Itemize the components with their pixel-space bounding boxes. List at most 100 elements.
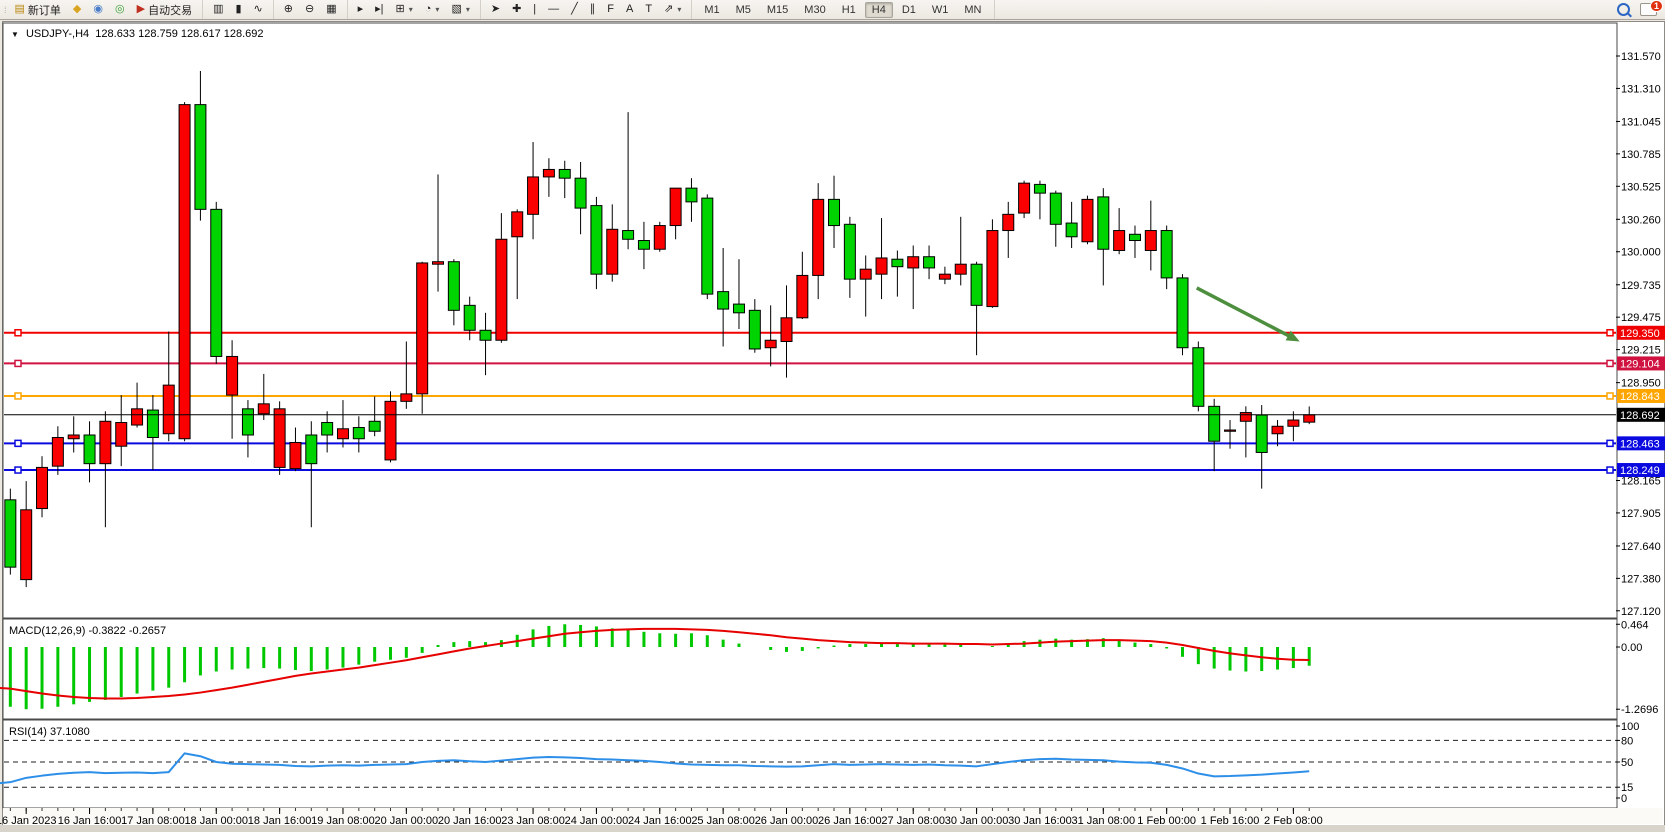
candle-bearish: [924, 257, 935, 268]
tile-windows-button[interactable]: ▦: [321, 2, 341, 17]
timeframe-button-h1[interactable]: H1: [835, 2, 863, 18]
macd-label: MACD(12,26,9) -0.3822 -0.2657: [9, 625, 166, 637]
candle-bearish: [591, 206, 602, 275]
candle-bearish: [1161, 231, 1172, 278]
line-handle[interactable]: [1607, 360, 1613, 366]
candle-bearish: [971, 264, 982, 305]
candle-bearish: [242, 409, 253, 435]
chevron-down-icon[interactable]: ▾: [435, 5, 439, 14]
candle-bearish: [638, 241, 649, 250]
candlestick-chart-button[interactable]: ▮: [230, 2, 246, 17]
candle-bullish: [179, 105, 190, 439]
notifications-icon[interactable]: 1: [1640, 3, 1657, 16]
candle-bullish: [163, 385, 174, 434]
add-indicator-button[interactable]: ⊞▾: [391, 2, 418, 17]
line-handle[interactable]: [15, 360, 21, 366]
rsi-tick-label: 50: [1621, 757, 1633, 769]
gold-bars-button[interactable]: ◆: [68, 2, 86, 17]
bar-chart-button[interactable]: ▥: [208, 2, 228, 17]
date-label: 26 Jan 16:00: [818, 815, 882, 827]
chevron-down-icon[interactable]: ▾: [677, 5, 681, 14]
candle-bearish: [829, 199, 840, 225]
fibonacci-icon: F: [607, 4, 614, 15]
profile-button[interactable]: ◉: [88, 2, 108, 17]
chart-shift-button[interactable]: ▸|: [370, 2, 388, 17]
line-handle[interactable]: [15, 440, 21, 446]
toolbar-right: 1: [1617, 3, 1665, 16]
chart-title: ▼ USDJPY-,H4 128.633 128.759 128.617 128…: [11, 28, 264, 40]
timeframe-button-w1[interactable]: W1: [925, 2, 956, 18]
auto-scroll-button[interactable]: ▸: [353, 2, 369, 17]
zoom-in-button[interactable]: ⊕: [279, 2, 298, 17]
line-handle[interactable]: [1607, 330, 1613, 336]
candle-bullish: [68, 435, 79, 439]
collapse-icon[interactable]: ▼: [11, 30, 19, 39]
price-tick-label: 130.785: [1621, 149, 1661, 161]
candle-bullish: [258, 404, 269, 414]
candle-bullish: [939, 274, 950, 279]
search-icon[interactable]: [1617, 3, 1630, 16]
candle-bearish: [733, 304, 744, 313]
macd-tick-label: 0.00: [1621, 642, 1642, 654]
chevron-down-icon[interactable]: ▾: [466, 5, 470, 14]
crosshair-icon: ✚: [512, 4, 521, 15]
timeframe-button-h4[interactable]: H4: [865, 2, 893, 18]
candle-bearish: [211, 209, 222, 356]
channel-button[interactable]: ∥: [585, 2, 601, 17]
candle-bullish: [337, 429, 348, 439]
line-chart-button[interactable]: ∿: [249, 2, 268, 17]
candle-bearish: [623, 231, 634, 240]
candle-bullish: [21, 510, 32, 580]
template-button[interactable]: ▧▾: [446, 2, 474, 17]
trendline-button[interactable]: ╱: [566, 2, 583, 17]
timeframe-group: M1M5M15M30H1H4D1W1MN: [692, 0, 994, 19]
line-handle[interactable]: [15, 330, 21, 336]
timeframe-button-m1[interactable]: M1: [697, 2, 726, 18]
candle-bullish: [813, 199, 824, 275]
line-handle[interactable]: [1607, 393, 1613, 399]
date-label: 19 Jan 08:00: [311, 815, 375, 827]
line-handle[interactable]: [15, 393, 21, 399]
crosshair-button[interactable]: ✚: [507, 2, 526, 17]
auto-trading-label: 自动交易: [148, 2, 192, 18]
signal-icon: ◎: [115, 4, 125, 15]
price-tick-label: 130.260: [1621, 214, 1661, 226]
signal-button[interactable]: ◎: [110, 2, 130, 17]
timeframe-button-m15[interactable]: M15: [760, 2, 795, 18]
candle-bullish: [512, 212, 523, 237]
price-line-badge-label: 128.249: [1620, 465, 1660, 477]
text-button[interactable]: A: [621, 2, 638, 17]
fibonacci-button[interactable]: F: [602, 2, 619, 17]
trade-group: ⁞ ▤ 新订单 ◆ ◉ ◎ ▶ 自动交易: [0, 0, 203, 19]
candle-bullish: [876, 258, 887, 274]
candle-bearish: [147, 410, 158, 437]
new-order-button[interactable]: ▤ 新订单: [10, 0, 66, 20]
price-tick-label: 129.475: [1621, 312, 1661, 324]
main-toolbar: ⁞ ▤ 新订单 ◆ ◉ ◎ ▶ 自动交易 ▥▮∿ ⊕⊖▦ ▸▸|⊞▾◔▾▧▾ ➤ ✚ |—…: [0, 0, 1665, 20]
trading-terminal: { "toolbar": { "new_order_label": "新订单",…: [0, 0, 1665, 832]
arrows-button[interactable]: ⇗▾: [659, 2, 686, 17]
price-tick-label: 128.165: [1621, 476, 1661, 488]
chevron-down-icon[interactable]: ▾: [409, 5, 413, 14]
line-handle[interactable]: [1607, 467, 1613, 473]
candle-bearish: [892, 259, 903, 266]
cursor-icon: ➤: [491, 4, 500, 15]
timeframe-button-mn[interactable]: MN: [957, 2, 988, 18]
timeframe-button-m30[interactable]: M30: [797, 2, 832, 18]
cursor-button[interactable]: ➤: [486, 2, 505, 17]
timeframe-button-m5[interactable]: M5: [729, 2, 758, 18]
horizontal-line-button[interactable]: —: [543, 2, 564, 17]
period-button[interactable]: ◔▾: [420, 2, 445, 17]
toolbar-grip[interactable]: ⁞: [4, 5, 6, 15]
timeframe-button-d1[interactable]: D1: [895, 2, 923, 18]
auto-trading-button[interactable]: ▶ 自动交易: [132, 0, 197, 20]
vertical-line-button[interactable]: |: [528, 2, 541, 17]
chart-canvas: 131.570131.310131.045130.785130.525130.2…: [0, 0, 1665, 832]
line-handle[interactable]: [1607, 440, 1613, 446]
line-handle[interactable]: [15, 467, 21, 473]
text-label-button[interactable]: T: [640, 2, 657, 17]
price-tick-label: 128.950: [1621, 378, 1661, 390]
rsi-label: RSI(14) 37.1080: [9, 726, 90, 738]
zoom-out-button[interactable]: ⊖: [300, 2, 319, 17]
candle-bullish: [1225, 430, 1236, 431]
